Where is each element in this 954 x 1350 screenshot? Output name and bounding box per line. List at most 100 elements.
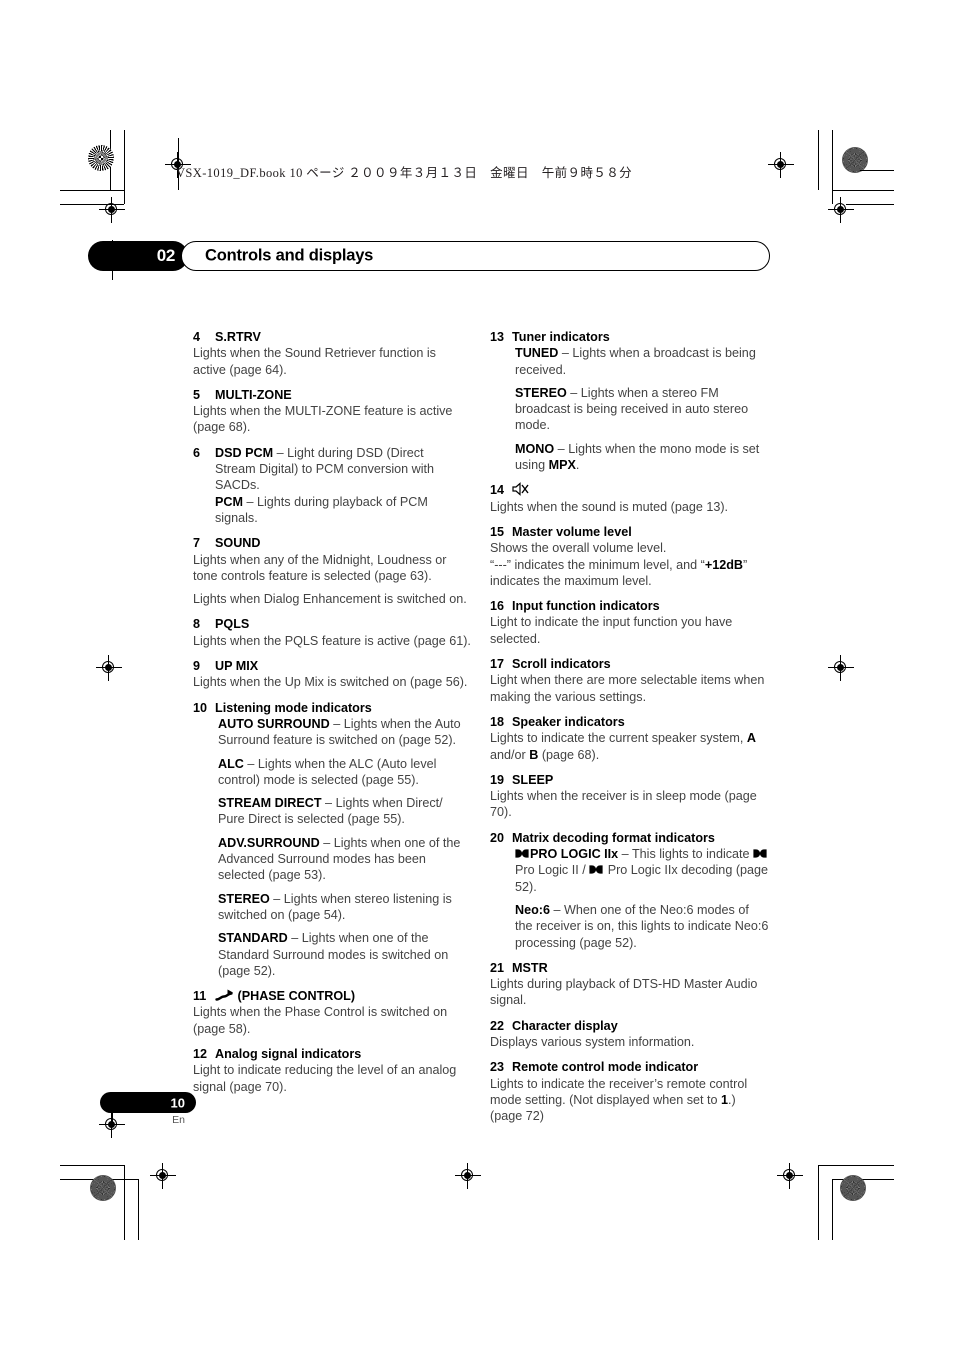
entry-number: 17 xyxy=(490,657,505,672)
entry-label: MULTI-ZONE xyxy=(215,387,292,402)
entry-sub-item: Neo:6 – When one of the Neo:6 modes of t… xyxy=(515,902,769,950)
entry-number: 14 xyxy=(490,483,505,498)
entry-number: 23 xyxy=(490,1060,505,1075)
entry-header: 20 Matrix decoding format indicators xyxy=(490,830,769,846)
gutter-tick-line xyxy=(860,170,894,171)
entry-paragraph: Lights when the MULTI-ZONE feature is ac… xyxy=(193,404,453,435)
left-column: 4 S.RTRV Lights when the Sound Retriever f… xyxy=(193,329,472,1095)
entry-number: 4 xyxy=(193,330,201,344)
spec-entry: 15 Master volume level Shows the overall v… xyxy=(490,524,769,589)
entry-sub-list: AUTO SURROUND – Lights when the Auto Sur… xyxy=(218,716,472,979)
registration-dot xyxy=(840,1175,866,1201)
entry-body: Shows the overall volume level. xyxy=(490,540,769,556)
crop-line xyxy=(818,1165,894,1166)
spec-entry: 11 (PHASE CONTROL) Lights when the Phase … xyxy=(193,988,472,1037)
entry-sub-item: AUTO SURROUND – Lights when the Auto Sur… xyxy=(218,716,461,748)
entry-term: STEREO xyxy=(218,891,270,906)
entry-label: Matrix decoding format indicators xyxy=(512,830,715,845)
spec-entry: 13 Tuner indicators TUNED – Lights when a … xyxy=(490,329,769,473)
entry-number: 16 xyxy=(490,599,505,614)
spec-entry: 23 Remote control mode indicator Lights to… xyxy=(490,1059,769,1124)
entry-label: UP MIX xyxy=(215,659,259,674)
crop-line xyxy=(832,190,894,191)
chapter-number: 02 xyxy=(156,246,176,265)
entry-paragraph: Lights when the sound is muted (page 13)… xyxy=(490,499,729,514)
entry-term: PRO LOGIC IIx xyxy=(530,847,619,862)
entry-term: MPX xyxy=(548,458,576,473)
crop-line xyxy=(124,130,125,204)
entry-label: Analog signal indicators xyxy=(215,1046,362,1061)
entry-header: 14 xyxy=(490,482,769,498)
entry-body: Lights when the sound is muted (page 13)… xyxy=(490,499,769,515)
entry-body: Lights when the PQLS feature is active (… xyxy=(193,633,472,649)
entry-number: 8 xyxy=(193,617,201,632)
entry-paragraph: Lights when the receiver is in sleep mod… xyxy=(490,789,757,820)
entry-label: Input function indicators xyxy=(512,599,660,614)
entry-header: 19 SLEEP xyxy=(490,772,769,788)
crop-line xyxy=(832,1179,833,1240)
crop-line xyxy=(832,130,833,204)
spec-entry: 7 SOUND Lights when any of the Midnight, L… xyxy=(193,535,472,607)
registration-crosshair xyxy=(828,197,854,223)
crop-line xyxy=(818,130,819,190)
spec-entry: 4 S.RTRV Lights when the Sound Retriever f… xyxy=(193,329,472,378)
entry-number: 12 xyxy=(193,1046,208,1061)
spec-entry: 18 Speaker indicators Lights to indicate t… xyxy=(490,714,769,763)
entry-term: MONO xyxy=(515,441,555,456)
entry-body: Lights when the Phase Control is switche… xyxy=(193,1004,472,1037)
page-language-label: En xyxy=(172,1114,185,1126)
registration-crosshair xyxy=(768,152,794,178)
spec-entry: 12 Analog signal indicators Light to indic… xyxy=(193,1046,472,1095)
entry-paragraph: Light to indicate the input function you… xyxy=(490,615,733,646)
entry-term: STEREO xyxy=(515,385,567,400)
entry-paragraph: Lights to indicate the current speaker s… xyxy=(490,731,757,762)
entry-term: +12dB xyxy=(704,557,744,572)
entry-sub-item: STREAM DIRECT – Lights when Direct/ Pure… xyxy=(218,796,443,827)
registration-crosshair xyxy=(150,1163,176,1189)
entry-header: 9 UP MIX xyxy=(193,658,472,674)
entry-label: Listening mode indicators xyxy=(215,700,372,715)
entry-paragraph: Lights when the Up Mix is switched on (p… xyxy=(193,675,468,690)
page-number: 10 xyxy=(170,1095,185,1110)
entry-number: 6 xyxy=(193,445,201,460)
entry-term: STREAM DIRECT xyxy=(218,796,322,811)
entry-header: 11 (PHASE CONTROL) xyxy=(193,988,472,1004)
spec-entry: 14 Lights when the sound is muted (page 1… xyxy=(490,482,769,515)
dolby-double-d-icon xyxy=(589,862,603,874)
crop-line xyxy=(138,1179,139,1240)
entry-label: PQLS xyxy=(215,617,250,632)
entry-body: Lights when the MULTI-ZONE feature is ac… xyxy=(193,403,472,436)
entry-sub-item: MONO – Lights when the mono mode is set … xyxy=(515,441,760,473)
entry-header: 12 Analog signal indicators xyxy=(193,1046,472,1062)
entry-term: ADV.SURROUND xyxy=(218,835,320,850)
entry-label: MSTR xyxy=(512,960,548,975)
entry-header: 4 S.RTRV xyxy=(193,329,472,345)
entry-body: Lights when the Sound Retriever function… xyxy=(193,345,472,378)
spec-entry: 19 SLEEP Lights when the receiver is in sl… xyxy=(490,772,769,821)
entry-term: B xyxy=(529,747,539,762)
entry-sub-list: TUNED – Lights when a broadcast is being… xyxy=(515,345,769,473)
dolby-double-d-icon xyxy=(515,846,529,858)
spec-entry: 9 UP MIX Lights when the Up Mix is switche… xyxy=(193,658,472,691)
registration-star xyxy=(88,145,114,171)
entry-sub-item: ALC – Lights when the ALC (Auto level co… xyxy=(218,756,437,787)
entry-body: Light when there are more selectable ite… xyxy=(490,672,769,705)
spec-entry: 10 Listening mode indicators AUTO SURROUND… xyxy=(193,700,472,979)
entry-number: 19 xyxy=(490,772,505,787)
entry-label xyxy=(512,482,769,498)
entry-text: DSD PCM – Light during DSD (Direct Strea… xyxy=(215,445,435,525)
entry-paragraph: Lights when the Sound Retriever function… xyxy=(193,346,436,377)
entry-term: 1 xyxy=(721,1092,729,1107)
spec-entry: 20 Matrix decoding format indicators PRO L… xyxy=(490,830,769,951)
entry-paragraph: Lights during playback of DTS-HD Master … xyxy=(490,977,758,1008)
entry-number: 22 xyxy=(490,1018,505,1033)
dolby-double-d-icon xyxy=(753,846,767,858)
page-title: Controls and displays xyxy=(205,246,374,265)
entry-sub-item: STEREO – Lights when a stereo FM broadca… xyxy=(515,385,749,433)
spec-entry: 8 PQLS Lights when the PQLS feature is act… xyxy=(193,616,472,649)
entry-body-rich: Lights to indicate the current speaker s… xyxy=(490,730,769,763)
crop-line xyxy=(818,1165,819,1240)
entry-number: 10 xyxy=(193,700,208,715)
entry-label: Master volume level xyxy=(512,524,632,539)
entry-number: 21 xyxy=(490,960,505,975)
